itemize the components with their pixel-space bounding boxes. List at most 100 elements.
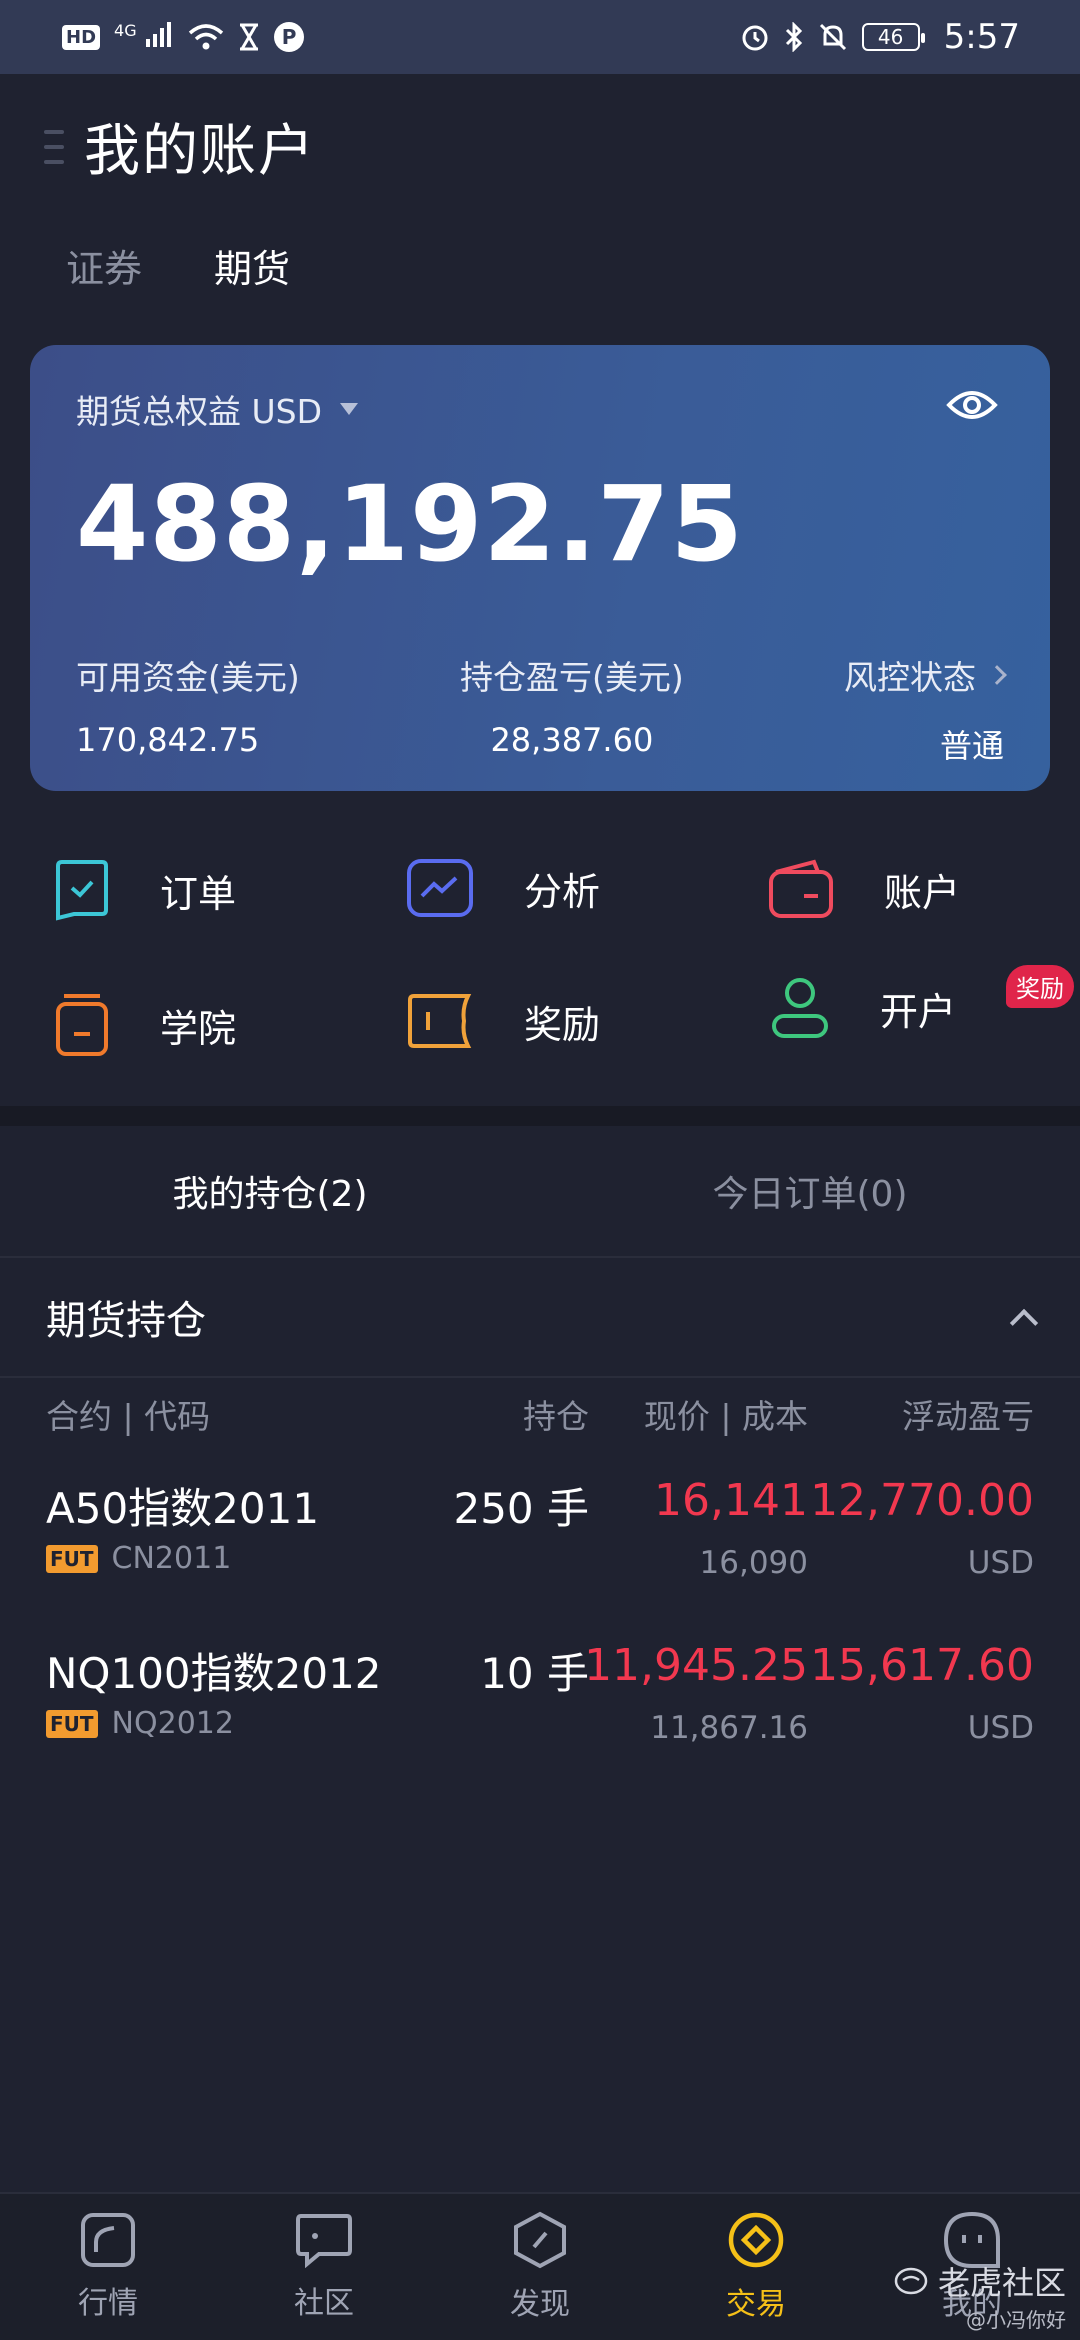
pnl-currency: USD — [967, 1545, 1034, 1581]
eye-icon[interactable] — [946, 385, 998, 425]
nav-market-label: 行情 — [78, 2286, 138, 2321]
action-analysis[interactable]: 分析 — [406, 858, 600, 918]
watermark: 老虎社区 @小冯你好 — [894, 2258, 1066, 2333]
col-contract: 合约 | 代码 — [46, 1397, 211, 1436]
action-academy-label: 学院 — [160, 1006, 237, 1051]
equity-currency-selector[interactable]: 期货总权益 USD — [76, 385, 1004, 433]
hd-icon: HD — [62, 24, 101, 50]
tab-securities[interactable]: 证券 — [66, 238, 142, 293]
position-qty: 10 手 — [480, 1649, 589, 1698]
fut-tag: FUT — [46, 1544, 98, 1573]
contract-name: NQ100指数2012 — [46, 1649, 382, 1698]
col-position: 持仓 — [523, 1397, 589, 1436]
position-qty: 250 手 — [453, 1484, 589, 1533]
total-equity-value: 488,192.75 — [76, 463, 744, 585]
wallet-icon — [769, 859, 833, 918]
fut-tag: FUT — [46, 1709, 98, 1738]
contract-code: CN2011 — [111, 1541, 232, 1576]
position-pnl: 持仓盈亏(美元) 28,387.60 — [460, 651, 684, 767]
risk-status[interactable]: 风控状态 普通 — [844, 651, 1007, 767]
chevron-right-icon — [987, 665, 1007, 685]
user-icon — [772, 978, 828, 1038]
nav-discover-label: 发现 — [510, 2287, 570, 2322]
watermark-user: @小冯你好 — [966, 2308, 1066, 2332]
position-pnl-value: 28,387.60 — [490, 721, 654, 759]
trade-icon — [728, 2212, 784, 2268]
cost-price: 11,867.16 — [650, 1710, 808, 1746]
page-title: 我的账户 — [84, 119, 316, 184]
battery-icon: 46 — [861, 23, 925, 51]
equity-stats: 可用资金(美元) 170,842.75 持仓盈亏(美元) 28,387.60 风… — [76, 651, 1007, 767]
mute-icon — [819, 23, 846, 51]
action-open-account-label: 开户 — [880, 989, 957, 1034]
section-divider — [0, 1106, 1080, 1126]
account-type-tabs: 证券 期货 — [66, 238, 290, 293]
pnl-currency: USD — [967, 1710, 1034, 1746]
signal-icon: 4G — [114, 20, 174, 55]
action-orders-label: 订单 — [160, 871, 237, 916]
tab-futures[interactable]: 期货 — [214, 238, 290, 293]
floating-pnl: 15,617.60 — [810, 1640, 1034, 1691]
available-funds: 可用资金(美元) 170,842.75 — [76, 651, 300, 767]
rewards-icon — [408, 994, 472, 1048]
orders-icon — [56, 860, 108, 921]
action-open-account[interactable]: 开户 — [770, 976, 956, 1040]
equity-card: 期货总权益 USD 488,192.75 可用资金(美元) 170,842.75… — [30, 345, 1050, 791]
nav-trade-label: 交易 — [726, 2287, 786, 2322]
available-funds-value: 170,842.75 — [76, 721, 260, 759]
current-price: 11,945.25 — [584, 1640, 808, 1691]
position-pnl-label: 持仓盈亏(美元) — [460, 658, 684, 697]
reward-badge: 奖励 — [1006, 965, 1074, 1008]
academy-icon — [56, 994, 108, 1056]
table-header: 合约 | 代码 持仓 现价 | 成本 浮动盈亏 — [46, 1390, 1034, 1440]
tab-today-orders[interactable]: 今日订单(0) — [540, 1126, 1080, 1256]
risk-status-value: 普通 — [939, 727, 1004, 765]
community-icon — [296, 2214, 352, 2268]
action-academy[interactable]: 学院 — [54, 992, 236, 1058]
cost-price: 16,090 — [699, 1545, 808, 1581]
wifi-icon — [188, 24, 224, 50]
menu-icon[interactable] — [44, 129, 66, 164]
parking-icon: P — [274, 22, 305, 52]
action-rewards[interactable]: 奖励 — [406, 992, 600, 1050]
available-funds-label: 可用资金(美元) — [76, 658, 300, 697]
network-type: 4G — [114, 20, 137, 40]
risk-status-label: 风控状态 — [844, 658, 976, 697]
bluetooth-icon — [785, 22, 802, 52]
nav-trade[interactable]: 交易 — [648, 2194, 864, 2340]
nav-market[interactable]: 行情 — [0, 2194, 216, 2340]
table-row[interactable]: NQ100指数2012 FUT NQ2012 10 手 11,945.25 11… — [46, 1640, 1034, 1790]
chevron-up-icon[interactable] — [1009, 1308, 1039, 1338]
watermark-text: 老虎社区 — [937, 2264, 1066, 2302]
status-bar: HD 4G P 46 5:57 — [0, 0, 1080, 74]
nav-community[interactable]: 社区 — [216, 2194, 432, 2340]
col-price: 现价 | 成本 — [643, 1397, 808, 1436]
caret-down-icon — [340, 403, 359, 415]
quick-actions: 订单 分析 账户 学院 奖励 开户 — [0, 840, 1080, 1090]
equity-label: 期货总权益 USD — [76, 392, 323, 431]
current-price: 16,141 — [654, 1475, 808, 1526]
hourglass-icon — [240, 23, 259, 51]
holding-tabs: 我的持仓(2) 今日订单(0) — [0, 1126, 1080, 1258]
clock: 5:57 — [943, 17, 1020, 57]
action-analysis-label: 分析 — [524, 869, 601, 914]
action-account-label: 账户 — [884, 870, 961, 915]
tiger-logo-icon — [894, 2267, 928, 2295]
contract-name: A50指数2011 — [46, 1484, 320, 1533]
market-icon — [81, 2213, 135, 2267]
futures-positions-header[interactable]: 期货持仓 — [0, 1258, 1080, 1378]
action-orders[interactable]: 订单 — [54, 858, 236, 922]
action-rewards-label: 奖励 — [524, 1002, 601, 1047]
nav-discover[interactable]: 发现 — [432, 2194, 648, 2340]
section-title: 期货持仓 — [46, 1298, 206, 1344]
floating-pnl: 12,770.00 — [810, 1475, 1034, 1526]
contract-code: NQ2012 — [111, 1706, 234, 1741]
nav-community-label: 社区 — [294, 2286, 354, 2321]
tab-my-positions[interactable]: 我的持仓(2) — [0, 1126, 540, 1256]
table-row[interactable]: A50指数2011 FUT CN2011 250 手 16,141 16,090… — [46, 1475, 1034, 1625]
analysis-icon — [407, 859, 473, 917]
action-account[interactable]: 账户 — [768, 858, 960, 920]
alarm-icon — [742, 25, 768, 51]
col-pnl: 浮动盈亏 — [902, 1397, 1034, 1436]
discover-icon — [514, 2211, 566, 2269]
